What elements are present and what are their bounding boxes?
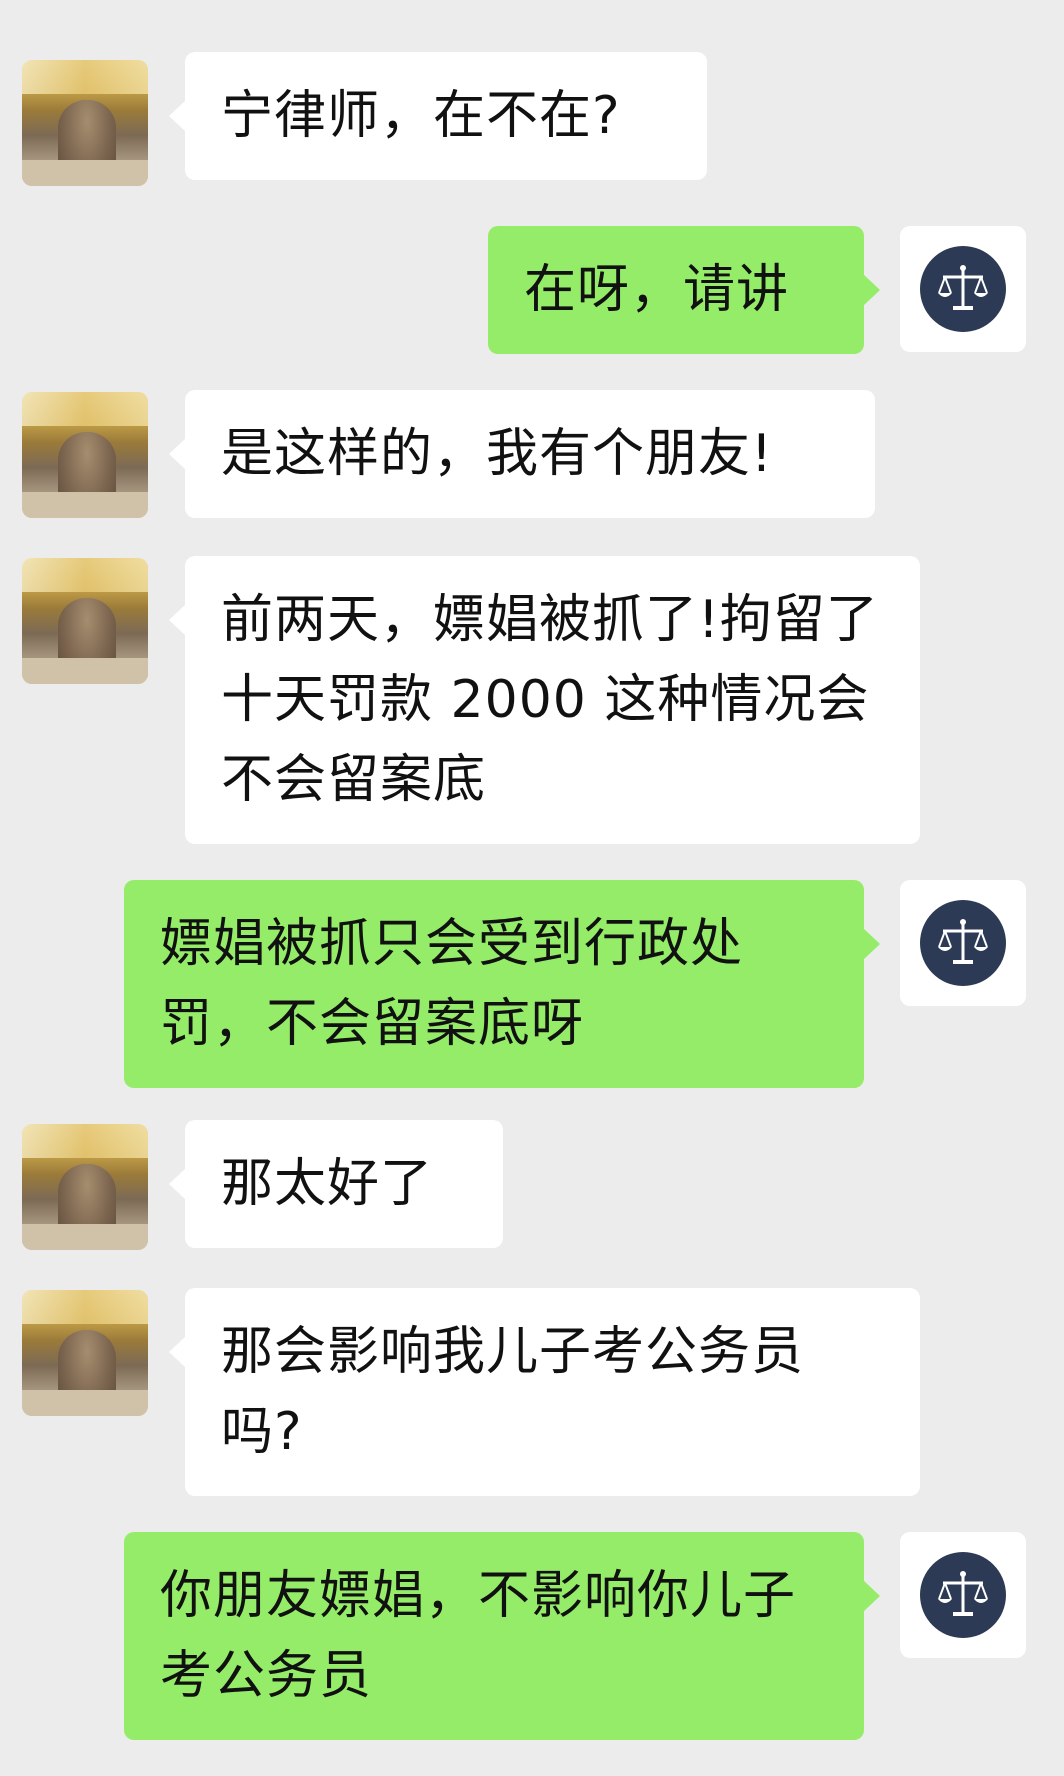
message-bubble-sent[interactable]: 嫖娼被抓只会受到行政处罚，不会留案底呀 [124, 880, 880, 1088]
chat-conversation: 宁律师，在不在? 在呀，请讲 是这样的，我有个朋友! 前两天，嫖娼被抓了!拘留了… [0, 0, 1064, 1776]
photo-foreground [22, 492, 148, 518]
message-text: 那会影响我儿子考公务员吗? [221, 1322, 805, 1462]
message-text: 那太好了 [221, 1154, 434, 1214]
photo-background [22, 558, 148, 592]
message-bubble-sent[interactable]: 你朋友嫖娼，不影响你儿子考公务员 [124, 1532, 880, 1740]
contact-avatar[interactable] [22, 1290, 148, 1416]
photo-foreground [22, 1224, 148, 1250]
scale-of-justice-icon [920, 900, 1006, 986]
photo-foreground [22, 658, 148, 684]
lawyer-avatar[interactable] [900, 226, 1026, 352]
message-bubble-sent[interactable]: 在呀，请讲 [488, 226, 880, 354]
scale-of-justice-icon [920, 246, 1006, 332]
photo-background [22, 392, 148, 426]
contact-avatar[interactable] [22, 558, 148, 684]
message-bubble-received[interactable]: 是这样的，我有个朋友! [169, 390, 875, 518]
photo-foreground [22, 1390, 148, 1416]
message-text: 是这样的，我有个朋友! [221, 424, 773, 484]
photo-background [22, 1124, 148, 1158]
message-text: 前两天，嫖娼被抓了!拘留了十天罚款 2000 这种情况会不会留案底 [221, 590, 879, 810]
photo-background [22, 60, 148, 94]
message-bubble-received[interactable]: 前两天，嫖娼被抓了!拘留了十天罚款 2000 这种情况会不会留案底 [169, 556, 920, 844]
message-text: 嫖娼被抓只会受到行政处罚，不会留案底呀 [160, 914, 744, 1054]
message-text: 你朋友嫖娼，不影响你儿子考公务员 [160, 1566, 797, 1706]
lawyer-avatar[interactable] [900, 880, 1026, 1006]
contact-avatar[interactable] [22, 60, 148, 186]
photo-foreground [22, 160, 148, 186]
message-bubble-received[interactable]: 那太好了 [169, 1120, 503, 1248]
contact-avatar[interactable] [22, 392, 148, 518]
message-text: 宁律师，在不在? [221, 86, 621, 146]
message-bubble-received[interactable]: 那会影响我儿子考公务员吗? [169, 1288, 920, 1496]
message-bubble-received[interactable]: 宁律师，在不在? [169, 52, 707, 180]
photo-background [22, 1290, 148, 1324]
lawyer-avatar[interactable] [900, 1532, 1026, 1658]
message-text: 在呀，请讲 [524, 260, 790, 320]
scale-of-justice-icon [920, 1552, 1006, 1638]
contact-avatar[interactable] [22, 1124, 148, 1250]
